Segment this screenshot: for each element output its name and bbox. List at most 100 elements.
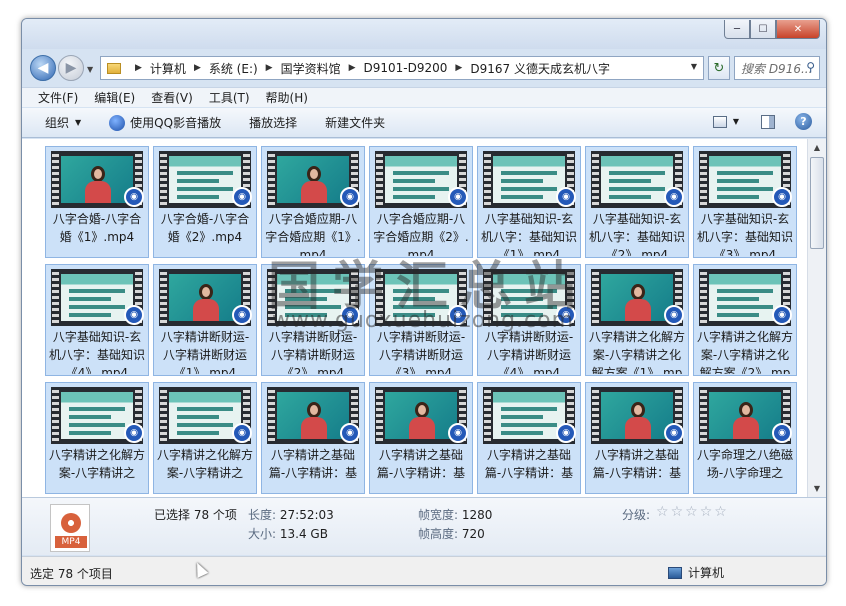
breadcrumb-library[interactable]: 国学资料馆 — [281, 60, 341, 77]
file-item[interactable]: ◉ 八字精讲之化解方案-八字精讲之 — [45, 382, 149, 494]
file-item[interactable]: ◉ 八字精讲之基础篇-八字精讲：基 — [261, 382, 365, 494]
file-item[interactable]: ◉ 八字基础知识-玄机八字：基础知识《1》.mp4 — [477, 146, 581, 258]
frame-height-value: 720 — [461, 527, 485, 541]
view-options-chevron-icon[interactable]: ▼ — [733, 117, 739, 126]
breadcrumb-current[interactable]: D9167 义德天成玄机八字 — [470, 60, 610, 77]
breadcrumb-separator[interactable]: ▶ — [349, 63, 356, 73]
menu-tools[interactable]: 工具(T) — [209, 89, 250, 106]
file-item[interactable]: ◉ 八字精讲断财运-八字精讲断财运《4》.mp4 — [477, 264, 581, 376]
menu-file[interactable]: 文件(F) — [38, 89, 78, 106]
forward-button[interactable]: ▶ — [58, 55, 84, 81]
file-name: 八字精讲之化解方案-八字精讲之化解方案《1》.mp4 — [588, 330, 685, 374]
breadcrumb-computer[interactable]: 计算机 — [150, 60, 186, 77]
star-icon[interactable]: ☆ — [714, 504, 727, 520]
file-item[interactable]: ◉ 八字精讲之基础篇-八字精讲：基 — [369, 382, 473, 494]
breadcrumb-separator: ▶ — [135, 63, 142, 73]
address-row: ◀ ▶ ▼ ▶ 计算机 ▶ 系统 (E:) ▶ 国学资料馆 ▶ D9101-D9… — [22, 51, 826, 85]
presenter-figure — [409, 402, 435, 439]
address-dropdown-icon[interactable]: ▼ — [691, 62, 697, 71]
file-name: 八字合婚应期-八字合婚应期《2》.mp4 — [373, 212, 469, 256]
file-item[interactable]: ◉ 八字基础知识-玄机八字：基础知识《4》.mp4 — [45, 264, 149, 376]
search-input[interactable]: 搜索 D916... ⚲ — [734, 56, 820, 80]
close-button[interactable]: ✕ — [776, 20, 820, 39]
video-frame — [385, 156, 457, 203]
file-item[interactable]: ◉ 八字精讲之化解方案-八字精讲之化解方案《2》.mp4 — [693, 264, 797, 376]
help-icon[interactable]: ? — [795, 113, 812, 130]
file-item[interactable]: ◉ 八字精讲之化解方案-八字精讲之化解方案《1》.mp4 — [585, 264, 689, 376]
preview-pane-icon[interactable] — [761, 114, 775, 129]
refresh-button[interactable]: ↻ — [708, 56, 730, 80]
file-item[interactable]: ◉ 八字合婚应期-八字合婚应期《1》.mp4 — [261, 146, 365, 258]
recent-pages-dropdown[interactable]: ▼ — [87, 65, 93, 74]
file-item[interactable]: ◉ 八字精讲断财运-八字精讲断财运《2》.mp4 — [261, 264, 365, 376]
size-label: 大小: — [248, 527, 277, 541]
film-strip — [592, 387, 599, 444]
file-name: 八字精讲断财运-八字精讲断财运《4》.mp4 — [484, 330, 574, 374]
file-name: 八字基础知识-玄机八字：基础知识《3》.mp4 — [696, 212, 793, 256]
organize-button[interactable]: 组织 ▼ — [45, 114, 81, 131]
film-strip — [52, 269, 59, 326]
star-icon[interactable]: ☆ — [700, 504, 713, 520]
file-item[interactable]: ◉ 八字精讲断财运-八字精讲断财运《3》.mp4 — [369, 264, 473, 376]
chevron-down-icon: ▼ — [75, 118, 82, 127]
film-strip — [700, 387, 707, 444]
vertical-scrollbar[interactable]: ▲ ▼ — [807, 139, 826, 497]
file-item[interactable]: ◉ 八字基础知识-玄机八字：基础知识《3》.mp4 — [693, 146, 797, 258]
rating-stars[interactable]: ☆ ☆ ☆ ☆ ☆ — [656, 504, 729, 520]
file-item[interactable]: ◉ 八字合婚-八字合婚《1》.mp4 — [45, 146, 149, 258]
frame-width-value: 1280 — [461, 508, 493, 522]
file-item[interactable]: ◉ 八字基础知识-玄机八字：基础知识《2》.mp4 — [585, 146, 689, 258]
star-icon[interactable]: ☆ — [671, 504, 684, 520]
breadcrumb-separator[interactable]: ▶ — [266, 63, 273, 73]
refresh-icon: ↻ — [713, 60, 725, 76]
new-folder-button[interactable]: 新建文件夹 — [325, 114, 385, 131]
video-frame — [61, 274, 133, 321]
file-item[interactable]: ◉ 八字精讲之基础篇-八字精讲：基 — [585, 382, 689, 494]
length-label: 长度: — [248, 508, 277, 522]
status-location: 计算机 — [668, 564, 724, 581]
maximize-button[interactable]: ☐ — [750, 20, 776, 39]
play-with-qq-button[interactable]: 使用QQ影音播放 — [109, 114, 221, 131]
back-button[interactable]: ◀ — [30, 55, 56, 81]
file-item[interactable]: ◉ 八字合婚-八字合婚《2》.mp4 — [153, 146, 257, 258]
address-bar[interactable]: ▶ 计算机 ▶ 系统 (E:) ▶ 国学资料馆 ▶ D9101-D9200 ▶ … — [100, 56, 704, 80]
search-placeholder: 搜索 D916... — [741, 61, 813, 76]
breadcrumb-separator[interactable]: ▶ — [455, 63, 462, 73]
breadcrumb-range[interactable]: D9101-D9200 — [364, 61, 448, 75]
presenter-figure — [301, 166, 327, 203]
film-strip — [376, 269, 383, 326]
scroll-down-icon[interactable]: ▼ — [808, 480, 826, 497]
change-view-icon[interactable] — [712, 115, 727, 128]
star-icon[interactable]: ☆ — [656, 504, 669, 520]
new-folder-label: 新建文件夹 — [325, 116, 386, 130]
qq-player-icon: ◉ — [124, 423, 144, 443]
file-item[interactable]: ◉ 八字精讲断财运-八字精讲断财运《1》.mp4 — [153, 264, 257, 376]
scroll-up-icon[interactable]: ▲ — [808, 139, 826, 156]
search-icon[interactable]: ⚲ — [806, 60, 815, 74]
breadcrumb: ▶ 计算机 ▶ 系统 (E:) ▶ 国学资料馆 ▶ D9101-D9200 ▶ … — [127, 60, 610, 77]
menu-edit[interactable]: 编辑(E) — [94, 89, 135, 106]
qq-player-icon: ◉ — [772, 187, 792, 207]
menu-help[interactable]: 帮助(H) — [266, 89, 308, 106]
qq-player-icon: ◉ — [340, 187, 360, 207]
selected-count: 已选择 78 个项 — [154, 508, 237, 522]
breadcrumb-drive[interactable]: 系统 (E:) — [209, 60, 258, 77]
breadcrumb-separator[interactable]: ▶ — [194, 63, 201, 73]
qq-player-icon: ◉ — [232, 305, 252, 325]
video-frame — [169, 156, 241, 203]
file-item[interactable]: ◉ 八字精讲之基础篇-八字精讲：基 — [477, 382, 581, 494]
menu-view[interactable]: 查看(V) — [151, 89, 193, 106]
video-frame — [169, 392, 241, 439]
video-frame — [709, 156, 781, 203]
computer-icon — [668, 566, 682, 579]
star-icon[interactable]: ☆ — [685, 504, 698, 520]
qq-player-icon: ◉ — [772, 423, 792, 443]
file-item[interactable]: ◉ 八字合婚应期-八字合婚应期《2》.mp4 — [369, 146, 473, 258]
qq-player-icon: ◉ — [448, 305, 468, 325]
file-item[interactable]: ◉ 八字命理之八绝磁场-八字命理之 — [693, 382, 797, 494]
minimize-button[interactable]: ─ — [724, 20, 750, 39]
scroll-thumb[interactable] — [810, 157, 824, 249]
file-item[interactable]: ◉ 八字精讲之化解方案-八字精讲之 — [153, 382, 257, 494]
qq-player-icon: ◉ — [124, 305, 144, 325]
play-selection-button[interactable]: 播放选择 — [249, 114, 297, 131]
